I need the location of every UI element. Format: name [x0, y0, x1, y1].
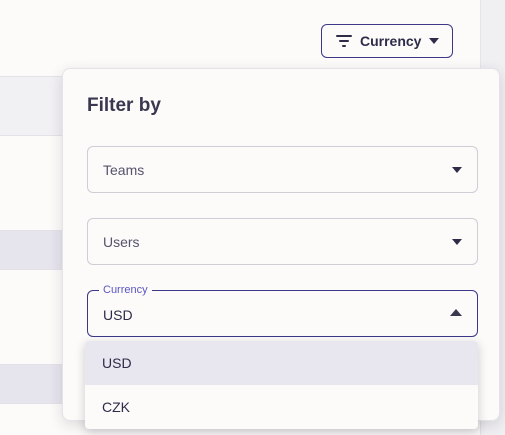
teams-select-placeholder: Teams	[103, 162, 145, 178]
caret-down-icon	[429, 38, 440, 44]
currency-select-label: Currency	[99, 283, 152, 297]
currency-select-value: USD	[103, 307, 133, 323]
currency-select[interactable]: Currency USD	[87, 283, 478, 337]
currency-options-menu: USD CZK	[85, 341, 478, 429]
caret-down-icon	[452, 239, 462, 245]
currency-filter-button[interactable]: Currency	[321, 24, 453, 58]
caret-up-icon	[450, 309, 462, 316]
option-czk[interactable]: CZK	[85, 385, 478, 429]
teams-select[interactable]: Teams	[87, 146, 478, 193]
currency-filter-button-label: Currency	[360, 33, 422, 49]
caret-down-icon	[452, 167, 462, 173]
filter-icon	[336, 35, 352, 47]
option-usd[interactable]: USD	[85, 341, 478, 385]
panel-title: Filter by	[87, 95, 161, 116]
users-select[interactable]: Users	[87, 218, 478, 265]
users-select-placeholder: Users	[103, 234, 140, 250]
